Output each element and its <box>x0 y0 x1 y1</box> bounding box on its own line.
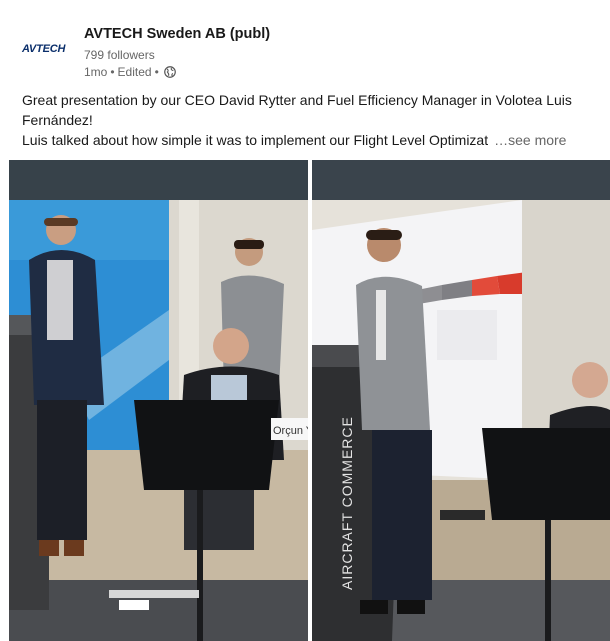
podium-banner-text: AIRCRAFT COMMERCE <box>339 416 355 590</box>
photo-right[interactable]: AIRCRAFT COMMERCE <box>312 160 610 641</box>
post-header: AVTECH AVTECH Sweden AB (publ) 799 follo… <box>22 25 582 83</box>
post-time: 1mo <box>84 65 108 79</box>
photo-left[interactable]: Orçun Y <box>9 160 308 641</box>
company-name-link[interactable]: AVTECH Sweden AB (publ) <box>84 26 270 42</box>
meta-separator: • <box>154 65 159 79</box>
company-logo[interactable]: AVTECH <box>22 39 78 59</box>
name-card-text: Orçun Y <box>273 425 308 437</box>
globe-icon <box>163 66 176 78</box>
follower-count: 799 followers <box>84 48 155 62</box>
post-meta: 1mo • Edited • <box>84 65 176 79</box>
post-text-line1: Great presentation by our CEO David Rytt… <box>22 92 572 128</box>
linkedin-post-card: AVTECH AVTECH Sweden AB (publ) 799 follo… <box>0 0 610 641</box>
post-photos: Orçun Y <box>9 160 610 641</box>
post-text-line2: Luis talked about how simple it was to i… <box>22 132 489 148</box>
see-more-link[interactable]: …see more <box>494 130 566 150</box>
edited-label: Edited <box>117 65 152 79</box>
post-body: Great presentation by our CEO David Rytt… <box>22 90 600 150</box>
meta-separator: • <box>110 65 115 79</box>
